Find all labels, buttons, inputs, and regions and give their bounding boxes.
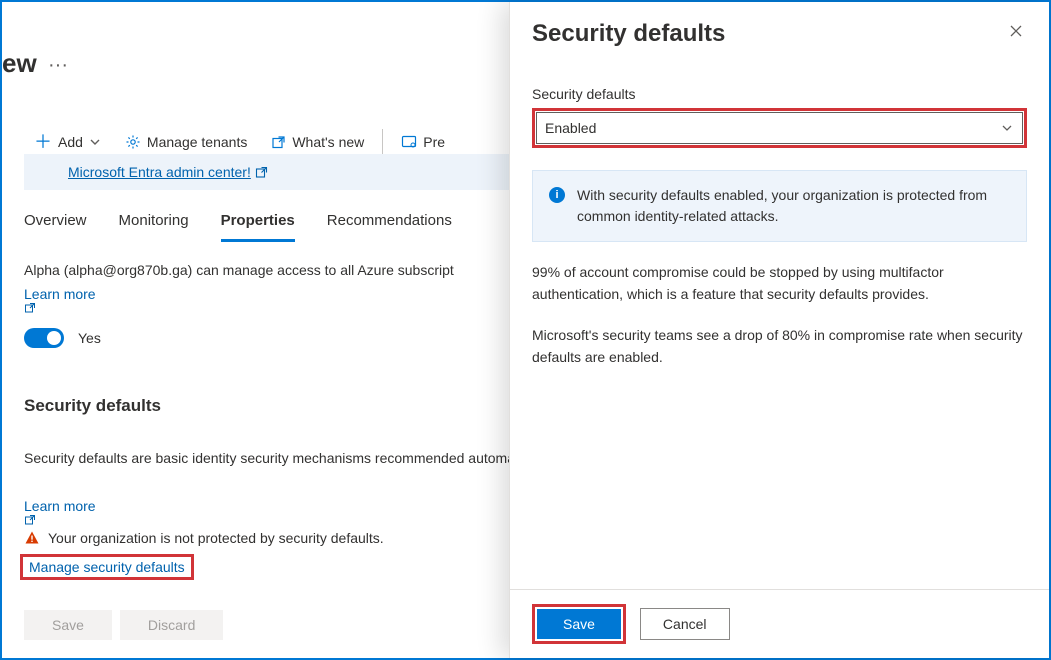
highlight-box: Enabled bbox=[532, 108, 1027, 148]
tab-bar: Overview Monitoring Properties Recommend… bbox=[24, 206, 452, 242]
warning-icon bbox=[24, 530, 40, 546]
tab-recommendations[interactable]: Recommendations bbox=[327, 206, 452, 242]
external-link-icon bbox=[24, 302, 100, 314]
preview-button[interactable]: Pre bbox=[391, 130, 455, 154]
chevron-down-icon bbox=[89, 136, 101, 148]
warning-text: Your organization is not protected by se… bbox=[48, 530, 384, 546]
learn-more-link[interactable]: Learn more bbox=[24, 286, 100, 314]
panel-save-button[interactable]: Save bbox=[537, 609, 621, 639]
info-text: With security defaults enabled, your org… bbox=[577, 185, 1010, 227]
page-save-button[interactable]: Save bbox=[24, 610, 112, 640]
external-link-icon bbox=[271, 135, 286, 150]
page-footer: Save Discard bbox=[24, 610, 223, 640]
close-icon bbox=[1009, 24, 1023, 38]
info-icon: i bbox=[549, 187, 565, 203]
whats-new-label: What's new bbox=[292, 134, 364, 150]
security-defaults-select[interactable]: Enabled bbox=[536, 112, 1023, 144]
sd-learn-more-link[interactable]: Learn more bbox=[24, 498, 100, 526]
gear-icon bbox=[125, 134, 141, 150]
tab-properties[interactable]: Properties bbox=[221, 206, 295, 242]
whats-new-button[interactable]: What's new bbox=[261, 130, 374, 154]
toggle-label: Yes bbox=[78, 330, 101, 346]
divider bbox=[382, 129, 383, 155]
panel-title: Security defaults bbox=[532, 20, 725, 48]
external-link-icon bbox=[24, 514, 100, 526]
access-mgmt-toggle[interactable] bbox=[24, 328, 64, 348]
page-discard-button[interactable]: Discard bbox=[120, 610, 223, 640]
add-button[interactable]: ＋ Add bbox=[24, 129, 111, 155]
chevron-down-icon bbox=[1000, 121, 1014, 135]
security-defaults-heading: Security defaults bbox=[24, 396, 161, 416]
admin-center-link[interactable]: Microsoft Entra admin center! bbox=[68, 164, 251, 180]
panel-p1: 99% of account compromise could be stopp… bbox=[532, 262, 1027, 305]
preview-label: Pre bbox=[423, 134, 445, 150]
info-callout: i With security defaults enabled, your o… bbox=[532, 170, 1027, 242]
sd-field-label: Security defaults bbox=[532, 86, 1027, 102]
select-value: Enabled bbox=[545, 120, 596, 136]
highlight-box: Manage security defaults bbox=[20, 554, 194, 580]
manage-tenants-label: Manage tenants bbox=[147, 134, 247, 150]
panel-cancel-button[interactable]: Cancel bbox=[640, 608, 730, 640]
security-defaults-panel: Security defaults Security defaults Enab… bbox=[509, 2, 1049, 658]
manage-security-defaults-link[interactable]: Manage security defaults bbox=[29, 559, 185, 575]
panel-close-button[interactable] bbox=[1005, 20, 1027, 42]
plus-icon: ＋ bbox=[34, 133, 52, 151]
preview-icon bbox=[401, 135, 417, 149]
more-menu-button[interactable]: ··· bbox=[48, 54, 68, 77]
panel-p2: Microsoft's security teams see a drop of… bbox=[532, 325, 1027, 368]
add-button-label: Add bbox=[58, 134, 83, 150]
tab-monitoring[interactable]: Monitoring bbox=[119, 206, 189, 242]
manage-tenants-button[interactable]: Manage tenants bbox=[115, 130, 257, 154]
tab-overview[interactable]: Overview bbox=[24, 206, 87, 242]
page-title: ew bbox=[2, 48, 37, 79]
highlight-box: Save bbox=[532, 604, 626, 644]
external-link-icon bbox=[255, 166, 268, 179]
